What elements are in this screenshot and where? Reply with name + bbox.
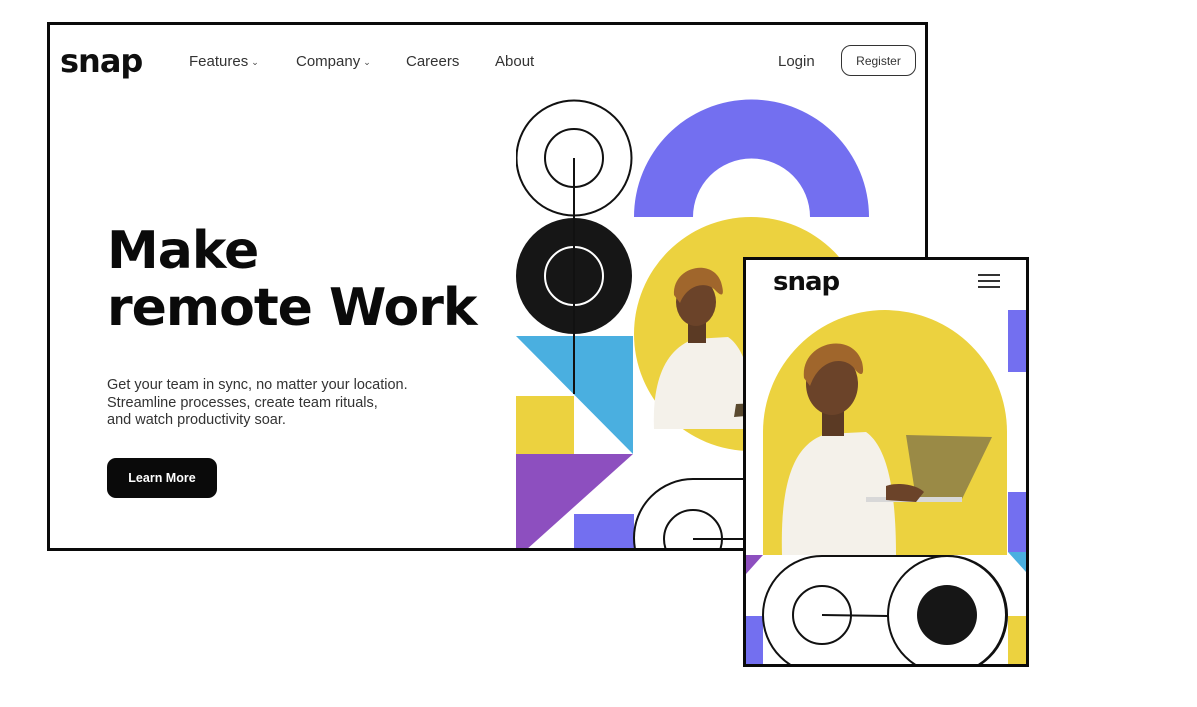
register-button[interactable]: Register xyxy=(841,45,916,76)
nav-features[interactable]: Features ⌄ xyxy=(189,53,259,70)
mobile-hero-illustration xyxy=(746,310,1026,664)
hero-subtext-line-2: Streamline processes, create team ritual… xyxy=(107,394,378,411)
hero-subtext-line-1: Get your team in sync, no matter your lo… xyxy=(107,377,408,393)
chevron-down-icon: ⌄ xyxy=(251,56,259,67)
hero-headline-line-1: Make xyxy=(107,221,259,281)
mobile-logo[interactable]: snap xyxy=(773,267,840,297)
nav-company-label: Company xyxy=(296,53,361,70)
hero-headline-line-2: remote Work xyxy=(107,278,478,338)
hero-subtext: Get your team in sync, no matter your lo… xyxy=(107,377,408,430)
mobile-screen: snap xyxy=(743,257,1029,667)
nav-about[interactable]: About xyxy=(495,53,534,70)
yellow-square-shape xyxy=(516,396,574,454)
chevron-down-icon: ⌄ xyxy=(363,56,371,67)
nav-features-label: Features xyxy=(189,53,249,70)
violet-arch-shape xyxy=(634,99,869,217)
blue-strip-shape xyxy=(1008,552,1026,572)
desktop-logo[interactable]: snap xyxy=(60,42,143,80)
pill-connector-line xyxy=(821,614,889,617)
violet-strip-shape xyxy=(1008,492,1026,552)
nav-careers[interactable]: Careers xyxy=(406,53,459,70)
black-circle-shape xyxy=(917,585,977,645)
purple-strip-shape xyxy=(746,555,763,574)
violet-strip-shape xyxy=(1008,310,1026,372)
login-link[interactable]: Login xyxy=(778,53,815,70)
violet-square-shape xyxy=(574,514,634,548)
violet-strip-shape xyxy=(746,616,763,664)
learn-more-button[interactable]: Learn More xyxy=(107,458,217,498)
hero-subtext-line-3: and watch productivity soar. xyxy=(107,412,286,428)
nav-company[interactable]: Company ⌄ xyxy=(296,53,371,70)
hero-headline: Make remote Work xyxy=(107,223,527,337)
yellow-strip-shape xyxy=(1008,616,1026,664)
hamburger-menu-icon[interactable] xyxy=(978,274,1000,288)
